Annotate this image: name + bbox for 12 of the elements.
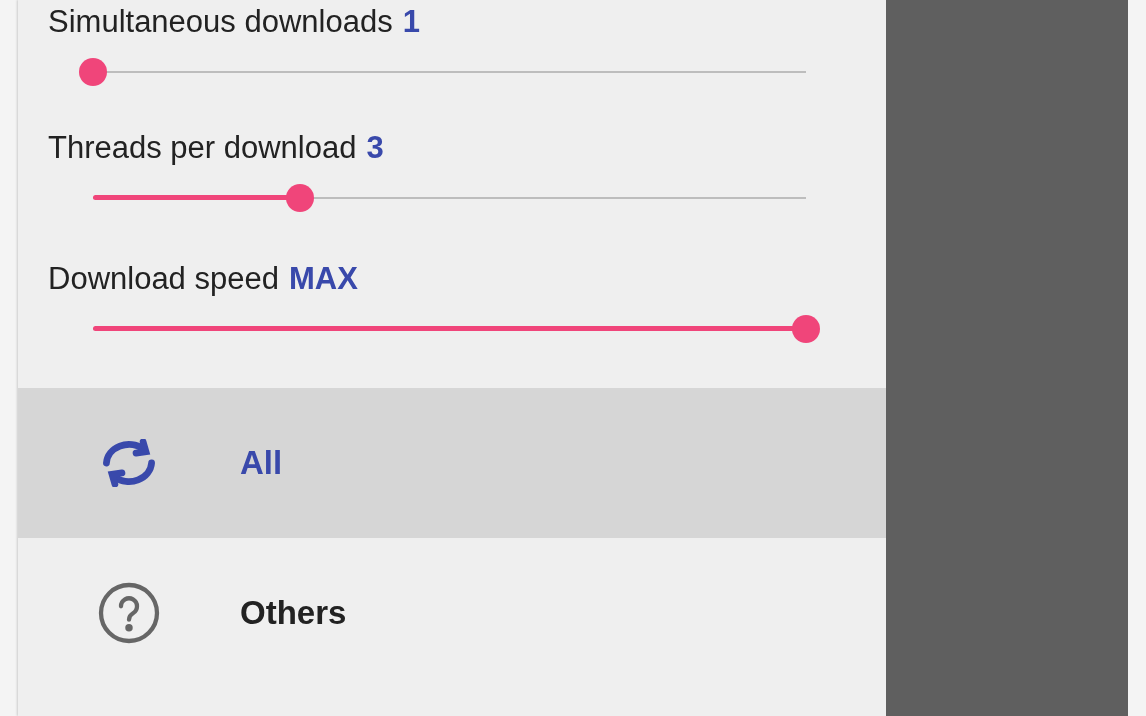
setting-value: 1 (402, 3, 420, 41)
setting-value: 3 (366, 129, 384, 167)
setting-label: Simultaneous downloads (48, 3, 393, 41)
nav-item[interactable]: All (18, 388, 886, 538)
slider-thumb[interactable] (79, 58, 107, 86)
slider-thumb[interactable] (285, 184, 314, 212)
setting-label: Download speed (48, 260, 279, 298)
help-icon (97, 581, 161, 645)
setting-label: Threads per download (48, 129, 357, 167)
setting-value: MAX (288, 260, 358, 298)
nav-item[interactable]: Others (18, 538, 886, 688)
slider-thumb[interactable] (792, 315, 820, 343)
